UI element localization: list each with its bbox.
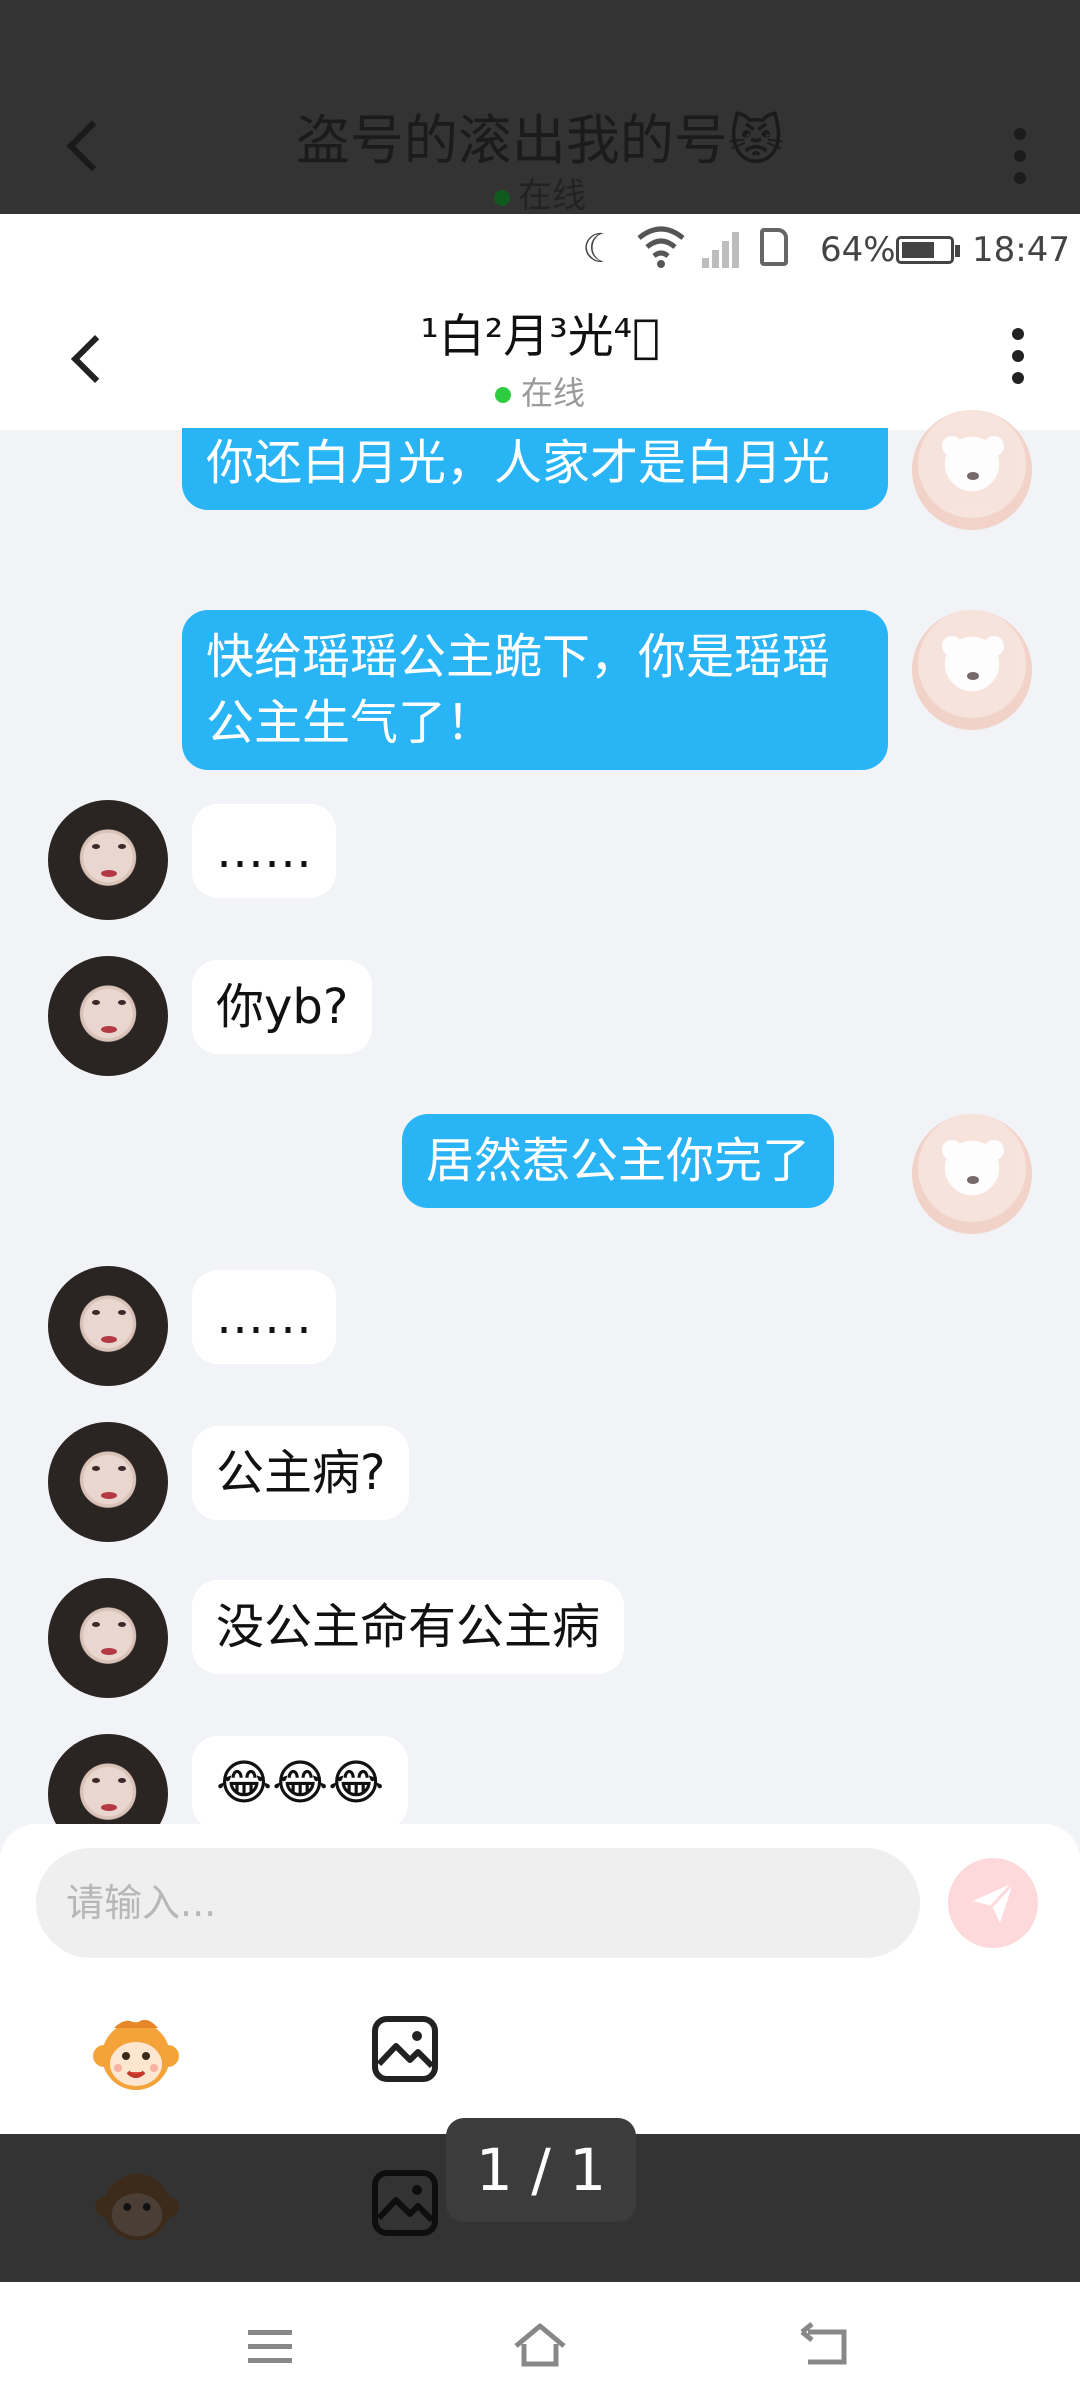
incoming-message[interactable]: 没公主命有公主病 [192,1580,625,1674]
contact-avatar[interactable] [48,1578,168,1698]
contact-avatar[interactable] [48,800,168,920]
navigation-bar [0,2282,1080,2408]
clock: 18:47 [972,230,1070,270]
online-dot [494,387,511,403]
chat-header: ¹白²月³光⁴⃣ 在线 [0,286,1080,430]
back-nav-icon[interactable] [796,2318,856,2374]
my-avatar[interactable] [912,1114,1032,1234]
viewer-overlay-status: 在线 [0,168,1080,217]
dim-emoji-icon [95,2173,179,2241]
send-button[interactable] [948,1858,1038,1948]
outgoing-message[interactable]: 居然惹公主你完了 [402,1114,835,1208]
online-status-text: 在线 [520,374,585,412]
more-vertical-icon[interactable] [1012,328,1026,394]
incoming-message[interactable]: 公主病? [192,1426,410,1520]
message-input[interactable] [36,1848,920,1958]
incoming-message[interactable]: …… [192,804,336,898]
my-avatar[interactable] [912,610,1032,730]
do-not-disturb-icon: ☾ [582,226,618,272]
outgoing-message[interactable]: 快给瑶瑶公主跪下，你是瑶瑶公主生气了！ [182,610,888,770]
my-avatar[interactable] [912,410,1032,530]
composer-panel [0,1824,1080,2134]
viewer-overlay-header: 盗号的滚出我的号😾 在线 [0,0,1080,217]
menu-icon[interactable] [240,2318,300,2374]
dim-image-icon [372,2170,438,2236]
battery-icon [896,236,960,264]
page-counter: 1 / 1 [446,2118,636,2222]
wifi-icon [637,226,685,268]
image-icon[interactable] [370,2014,440,2084]
emoji-monkey-icon[interactable] [92,2014,180,2094]
online-status: 在线 [0,368,1080,414]
chat-title: ¹白²月³光⁴⃣ [420,309,660,363]
contact-avatar[interactable] [48,956,168,1076]
viewer-overlay-title: 盗号的滚出我的号😾 [295,109,785,172]
home-icon[interactable] [510,2318,570,2374]
battery-percent: 64% [820,230,896,270]
viewer-overlay-status-text: 在线 [518,176,586,216]
incoming-message[interactable]: 😂😂😂 [192,1736,409,1830]
viewer-more-icon[interactable] [1014,128,1028,194]
send-icon [973,1881,1015,1923]
contact-avatar[interactable] [48,1266,168,1386]
incoming-message[interactable]: …… [192,1270,336,1364]
cell-signal-icon [702,228,746,268]
outgoing-message[interactable]: 你还白月光，人家才是白月光 [182,428,888,510]
contact-avatar[interactable] [48,1422,168,1542]
status-bar: ☾ 64% 18:47 [0,214,1080,286]
chat-screen: ☾ 64% 18:47 ¹白²月³光⁴⃣ 在线 你还白月光，人家才是白月光 快给… [0,214,1080,2134]
incoming-message[interactable]: 你yb? [192,960,373,1054]
viewer-online-dot [494,189,510,206]
sim-card-icon [760,228,788,266]
